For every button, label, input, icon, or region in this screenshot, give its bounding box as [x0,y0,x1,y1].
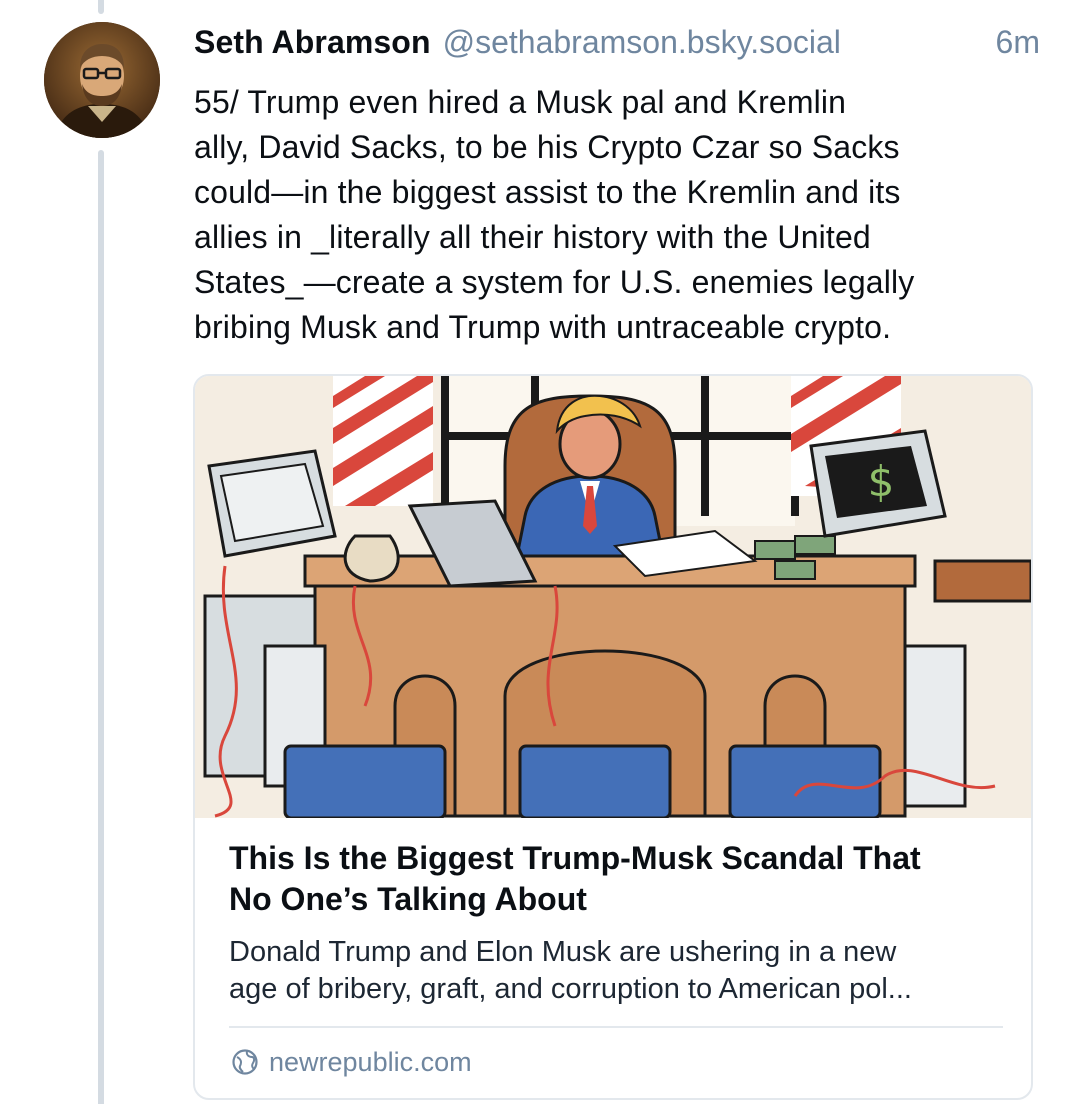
post-header: Seth Abramson @sethabramson.bsky.social … [194,24,1040,66]
link-card-title[interactable]: This Is the Biggest Trump-Musk Scandal T… [229,838,1005,920]
link-card-image: $ [195,376,1031,818]
avatar[interactable] [44,22,160,138]
author-handle[interactable]: @sethabramson.bsky.social [443,24,841,61]
link-card-description: Donald Trump and Elon Musk are ushering … [229,936,912,1005]
link-card-domain[interactable]: newrepublic.com [231,1044,472,1080]
svg-text:$: $ [868,457,895,506]
link-card[interactable]: $ This Is the Biggest Trump-Musk Scandal… [193,374,1033,1100]
thread-line [98,150,104,1104]
post-text: 55/ Trump even hired a Musk pal and Krem… [194,84,915,345]
link-card-domain-text: newrepublic.com [269,1046,472,1077]
globe-icon [232,1049,258,1075]
link-card-divider [229,1026,1003,1028]
thread-line-top [98,0,104,14]
post-timestamp[interactable]: 6m [996,24,1040,61]
link-card-body: This Is the Biggest Trump-Musk Scandal T… [229,838,1005,1008]
post-view: Seth Abramson @sethabramson.bsky.social … [0,0,1080,1104]
author-name[interactable]: Seth Abramson [194,24,431,61]
